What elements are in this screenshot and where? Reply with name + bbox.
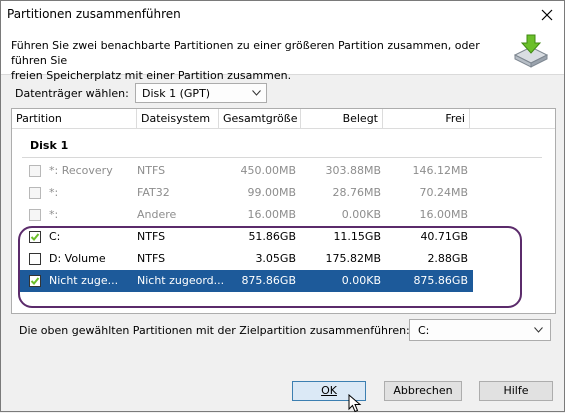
partition-name-cell: *: Recovery: [49, 164, 113, 177]
target-partition-dropdown[interactable]: C:: [409, 319, 551, 341]
used-cell: 28.76MB: [332, 186, 381, 199]
description-line-2: freien Speicherplatz mit einer Partition…: [11, 69, 292, 82]
checkmark-icon: [30, 233, 40, 241]
table-row: *: Recovery NTFS 450.00MB 303.88MB 146.12MB: [12, 160, 555, 182]
merge-partitions-dialog: Partitionen zusammenführen Führen Sie zw…: [0, 0, 565, 413]
close-button[interactable]: [530, 1, 564, 29]
total-size-cell: 16.00MB: [247, 208, 296, 221]
description-line-1: Führen Sie zwei benachbarte Partitionen …: [11, 39, 480, 67]
help-button-label: Hilfe: [503, 384, 529, 397]
partition-name-cell: *:: [49, 208, 59, 221]
partition-name-cell: *:: [49, 186, 59, 199]
cancel-button-label: Abbrechen: [393, 384, 453, 397]
title-bar: Partitionen zusammenführen: [1, 1, 564, 29]
checkbox[interactable]: [29, 253, 41, 265]
used-cell: 175.82MB: [325, 252, 381, 265]
table-row[interactable]: D: Volume NTFS 3.05GB 175.82MB 2.88GB: [12, 248, 555, 270]
free-cell: 40.71GB: [420, 230, 468, 243]
help-button[interactable]: Hilfe: [479, 381, 553, 401]
total-size-cell: 875.86GB: [241, 274, 296, 287]
used-cell: 0.00KB: [341, 274, 381, 287]
used-cell: 11.15GB: [333, 230, 381, 243]
column-header-used[interactable]: Belegt: [301, 109, 383, 129]
partition-table: Partition Dateisystem Gesamtgröße Belegt…: [11, 108, 556, 314]
ok-button-label: OK: [321, 384, 337, 397]
window-title: Partitionen zusammenführen: [7, 7, 181, 21]
table-row[interactable]: C: NTFS 51.86GB 11.15GB 40.71GB: [12, 226, 555, 248]
used-cell: 0.00KB: [341, 208, 381, 221]
chevron-down-icon: [534, 327, 543, 333]
disk-select-value: Disk 1 (GPT): [142, 87, 211, 100]
column-header-filesystem[interactable]: Dateisystem: [137, 109, 219, 129]
column-header-total-size[interactable]: Gesamtgröße: [219, 109, 301, 129]
free-cell: 16.00MB: [419, 208, 468, 221]
disk-group-label: Disk 1: [30, 139, 69, 152]
column-header-free[interactable]: Frei: [383, 109, 470, 129]
header-description: Führen Sie zwei benachbarte Partitionen …: [11, 38, 491, 83]
free-cell: 2.88GB: [427, 252, 468, 265]
chevron-down-icon: [252, 90, 261, 96]
checkbox: [29, 209, 41, 221]
table-header: Partition Dateisystem Gesamtgröße Belegt…: [12, 109, 555, 129]
close-icon: [541, 9, 553, 21]
dialog-header: Führen Sie zwei benachbarte Partitionen …: [1, 29, 564, 82]
total-size-cell: 51.86GB: [248, 230, 296, 243]
divider: [22, 157, 542, 158]
total-size-cell: 99.00MB: [247, 186, 296, 199]
table-row[interactable]: Nicht zuge... Nicht zugeord... 875.86GB 0.0…: [12, 270, 555, 292]
used-cell: 303.88MB: [325, 164, 381, 177]
checkbox: [29, 165, 41, 177]
merge-partition-icon: [513, 34, 549, 68]
target-partition-value: C:: [418, 324, 430, 337]
free-cell: 70.24MB: [419, 186, 468, 199]
total-size-cell: 450.00MB: [240, 164, 296, 177]
table-row: *: Andere 16.00MB 0.00KB 16.00MB: [12, 204, 555, 226]
partition-name-cell: C:: [49, 230, 61, 243]
mouse-cursor-icon: [348, 394, 362, 413]
total-size-cell: 3.05GB: [255, 252, 296, 265]
checkbox: [29, 187, 41, 199]
free-cell: 146.12MB: [412, 164, 468, 177]
free-cell: 875.86GB: [413, 274, 468, 287]
column-header-partition[interactable]: Partition: [12, 109, 137, 129]
partition-name-cell: D: Volume: [49, 252, 106, 265]
disk-select-label: Datenträger wählen:: [15, 87, 129, 100]
partition-name-cell: Nicht zuge...: [49, 274, 119, 287]
column-header-blank: [470, 109, 555, 129]
checkbox-checked[interactable]: [29, 275, 41, 287]
table-row: *: FAT32 99.00MB 28.76MB 70.24MB: [12, 182, 555, 204]
disk-select-dropdown[interactable]: Disk 1 (GPT): [135, 83, 267, 103]
cancel-button[interactable]: Abbrechen: [384, 381, 462, 401]
checkmark-icon: [30, 277, 40, 285]
merge-target-label: Die oben gewählten Partitionen mit der Z…: [19, 324, 410, 337]
checkbox-checked[interactable]: [29, 231, 41, 243]
